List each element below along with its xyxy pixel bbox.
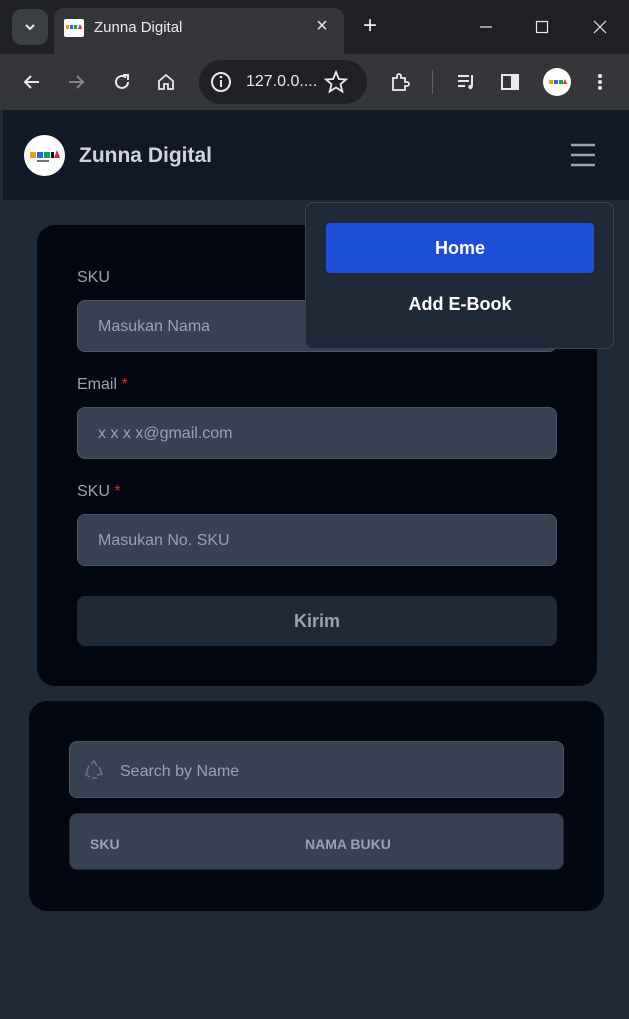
search-input[interactable]: Search by Name (69, 741, 564, 798)
table-card: Search by Name SKU NAMA BUKU (29, 701, 604, 911)
tab-close-icon[interactable]: × (310, 14, 334, 38)
brand-logo[interactable] (24, 135, 65, 176)
minimize-button[interactable] (466, 10, 506, 44)
home-icon (158, 73, 174, 90)
recycle-icon (85, 759, 104, 779)
window-close-button[interactable] (580, 10, 620, 44)
media-button[interactable] (450, 66, 482, 98)
menu-item-home[interactable]: Home (326, 223, 594, 273)
new-tab-button[interactable]: + (356, 12, 384, 40)
toolbar-separator (432, 70, 433, 94)
field-label-email: Email * (77, 376, 128, 393)
search-placeholder: Search by Name (120, 763, 240, 780)
home-button[interactable] (150, 66, 182, 98)
side-panel-icon (501, 74, 519, 90)
info-icon[interactable] (209, 70, 233, 94)
reload-icon (115, 74, 129, 89)
column-header-sku[interactable]: SKU (90, 836, 120, 852)
chevron-down-icon (25, 24, 35, 31)
page: Zunna Digital SKU Masukan Nama Email * x… (3, 110, 629, 1019)
field-label-sku-number: SKU * (77, 483, 121, 500)
address-text: 127.0.0.... (246, 73, 318, 90)
extensions-button[interactable] (384, 66, 416, 98)
maximize-button[interactable] (522, 10, 562, 44)
tab-title: Zunna Digital (94, 19, 183, 36)
forward-button[interactable] (60, 66, 92, 98)
close-icon (593, 20, 607, 34)
maximize-icon (535, 20, 549, 34)
playlist-icon (458, 75, 473, 90)
table-header: SKU NAMA BUKU (69, 813, 564, 870)
field-label-sku: SKU (77, 269, 110, 286)
side-panel-button[interactable] (494, 66, 526, 98)
browser-toolbar: 127.0.0.... (0, 54, 629, 110)
tab-search-button[interactable] (12, 9, 48, 45)
required-marker: * (114, 483, 121, 500)
browser-tab-strip: Zunna Digital × + (0, 0, 629, 54)
sku-input[interactable]: Masukan No. SKU (77, 514, 557, 566)
star-icon[interactable] (323, 69, 349, 95)
profile-avatar[interactable] (543, 68, 571, 96)
reload-button[interactable] (106, 66, 138, 98)
email-placeholder: x x x x@gmail.com (98, 425, 233, 442)
back-button[interactable] (16, 66, 48, 98)
favicon-icon (64, 19, 84, 37)
submit-button[interactable]: Kirim (77, 596, 557, 646)
brand-name[interactable]: Zunna Digital (79, 144, 212, 168)
menu-toggle-button[interactable] (569, 141, 597, 169)
arrow-left-icon (23, 75, 39, 89)
sku-placeholder: Masukan No. SKU (98, 532, 230, 549)
address-bar[interactable]: 127.0.0.... (199, 60, 367, 104)
more-vertical-icon (598, 74, 602, 90)
puzzle-icon (392, 73, 410, 91)
browser-tab[interactable]: Zunna Digital × (54, 8, 344, 54)
minimize-icon (480, 26, 492, 28)
navbar: Zunna Digital (3, 110, 629, 201)
email-input[interactable]: x x x x@gmail.com (77, 407, 557, 459)
name-placeholder: Masukan Nama (98, 318, 211, 335)
arrow-right-icon (69, 75, 85, 89)
browser-menu-button[interactable] (584, 66, 616, 98)
column-header-book-name[interactable]: NAMA BUKU (305, 836, 391, 852)
hamburger-icon (571, 143, 595, 167)
required-marker: * (121, 376, 128, 393)
nav-dropdown-menu: Home Add E-Book (305, 202, 614, 349)
menu-item-add-ebook[interactable]: Add E-Book (326, 281, 594, 327)
